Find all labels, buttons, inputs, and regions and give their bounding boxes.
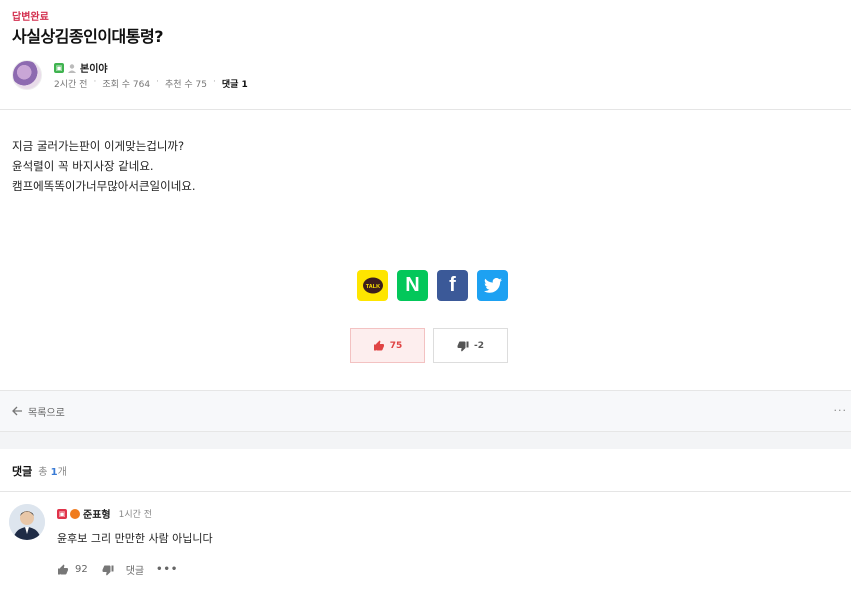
twitter-icon xyxy=(483,278,502,293)
comment-text: 윤후보 그리 만만한 사람 아닙니다 xyxy=(57,532,213,545)
divider xyxy=(0,109,851,110)
comment-count: 1 xyxy=(241,80,248,90)
reply-button[interactable]: 댓글 xyxy=(126,562,144,577)
kakao-label: TALK xyxy=(365,284,379,290)
kakao-icon: TALK xyxy=(362,277,383,293)
share-naver-button[interactable]: N xyxy=(397,270,428,301)
arrow-left-icon xyxy=(12,406,22,416)
upvote-button[interactable]: 75 xyxy=(350,328,425,363)
level-badge-icon: ▣ xyxy=(54,62,64,73)
author-avatar[interactable] xyxy=(12,60,42,90)
share-twitter-button[interactable] xyxy=(477,270,508,301)
thumbs-up-icon xyxy=(373,340,384,350)
status-label: 답변완료 xyxy=(12,12,49,23)
author-line: ▣ 본이야 xyxy=(54,60,108,75)
recommend-count: 추천 수 75 xyxy=(164,80,207,90)
author-name[interactable]: 본이야 xyxy=(80,60,108,75)
thumbs-up-icon[interactable] xyxy=(57,564,69,576)
comment-author-name[interactable]: 준표형 xyxy=(83,506,111,521)
commenter-avatar[interactable] xyxy=(9,504,45,540)
facebook-icon: f xyxy=(449,274,456,296)
post-time: 2시간 전 xyxy=(54,80,88,90)
comment-author-line: ▣ 준표형 1시간 전 xyxy=(57,506,152,521)
separator: · xyxy=(212,77,216,87)
person-portrait-icon xyxy=(9,504,45,540)
back-to-list-label: 목록으로 xyxy=(28,407,65,419)
downvote-count: -2 xyxy=(474,340,484,351)
body-line: 캠프에똑똑이가너무많아서큰일이네요. xyxy=(12,179,196,193)
level-badge-icon: ▣ xyxy=(57,508,67,519)
emblem-icon xyxy=(70,508,80,519)
thumbs-down-icon xyxy=(457,341,469,351)
user-icon xyxy=(68,63,76,73)
comments-total-count: 1 xyxy=(50,467,58,478)
divider xyxy=(0,491,851,492)
share-facebook-button[interactable]: f xyxy=(437,270,468,301)
comments-total-suffix: 개 xyxy=(57,467,67,478)
post-meta: 2시간 전 · 조회 수 764 · 추천 수 75 · 댓글 1 xyxy=(54,77,248,90)
back-to-list-button[interactable]: 목록으로 xyxy=(12,404,65,419)
comment-count-link[interactable]: 댓글 1 xyxy=(222,77,248,90)
downvote-button[interactable]: -2 xyxy=(433,328,508,363)
post-body: 지금 굴러가는판이 이게맞는겁니까? 윤석렬이 꼭 바지사장 같네요. 캠프에똑… xyxy=(12,136,196,196)
naver-icon: N xyxy=(405,274,420,296)
comment-actions: 92 댓글 ••• xyxy=(57,562,178,577)
more-options-icon[interactable]: ••• xyxy=(156,564,178,575)
separator: · xyxy=(93,77,97,87)
share-kakao-button[interactable]: TALK xyxy=(357,270,388,301)
view-count: 조회 수 764 xyxy=(102,80,151,90)
separator: · xyxy=(156,77,159,87)
body-line: 윤석렬이 꼭 바지사장 같네요. xyxy=(12,159,154,173)
comment-like-count: 92 xyxy=(75,564,88,575)
body-line: 지금 굴러가는판이 이게맞는겁니까? xyxy=(12,139,185,153)
page-title: 사실상김종인이대통령? xyxy=(12,27,163,46)
comments-total-prefix: 총 xyxy=(38,467,51,478)
comments-title: 댓글 xyxy=(12,465,33,478)
section-gap xyxy=(0,432,851,449)
comments-header: 댓글 총 1개 xyxy=(12,463,67,479)
comment-label: 댓글 xyxy=(221,80,239,90)
upvote-count: 75 xyxy=(389,340,403,351)
list-navigation-bar: 목록으로 ··· xyxy=(0,390,851,432)
thumbs-down-icon[interactable] xyxy=(102,564,114,576)
comment-time: 1시간 전 xyxy=(118,510,153,520)
more-options-icon[interactable]: ··· xyxy=(834,404,848,417)
comments-total: 총 1개 xyxy=(38,463,67,478)
